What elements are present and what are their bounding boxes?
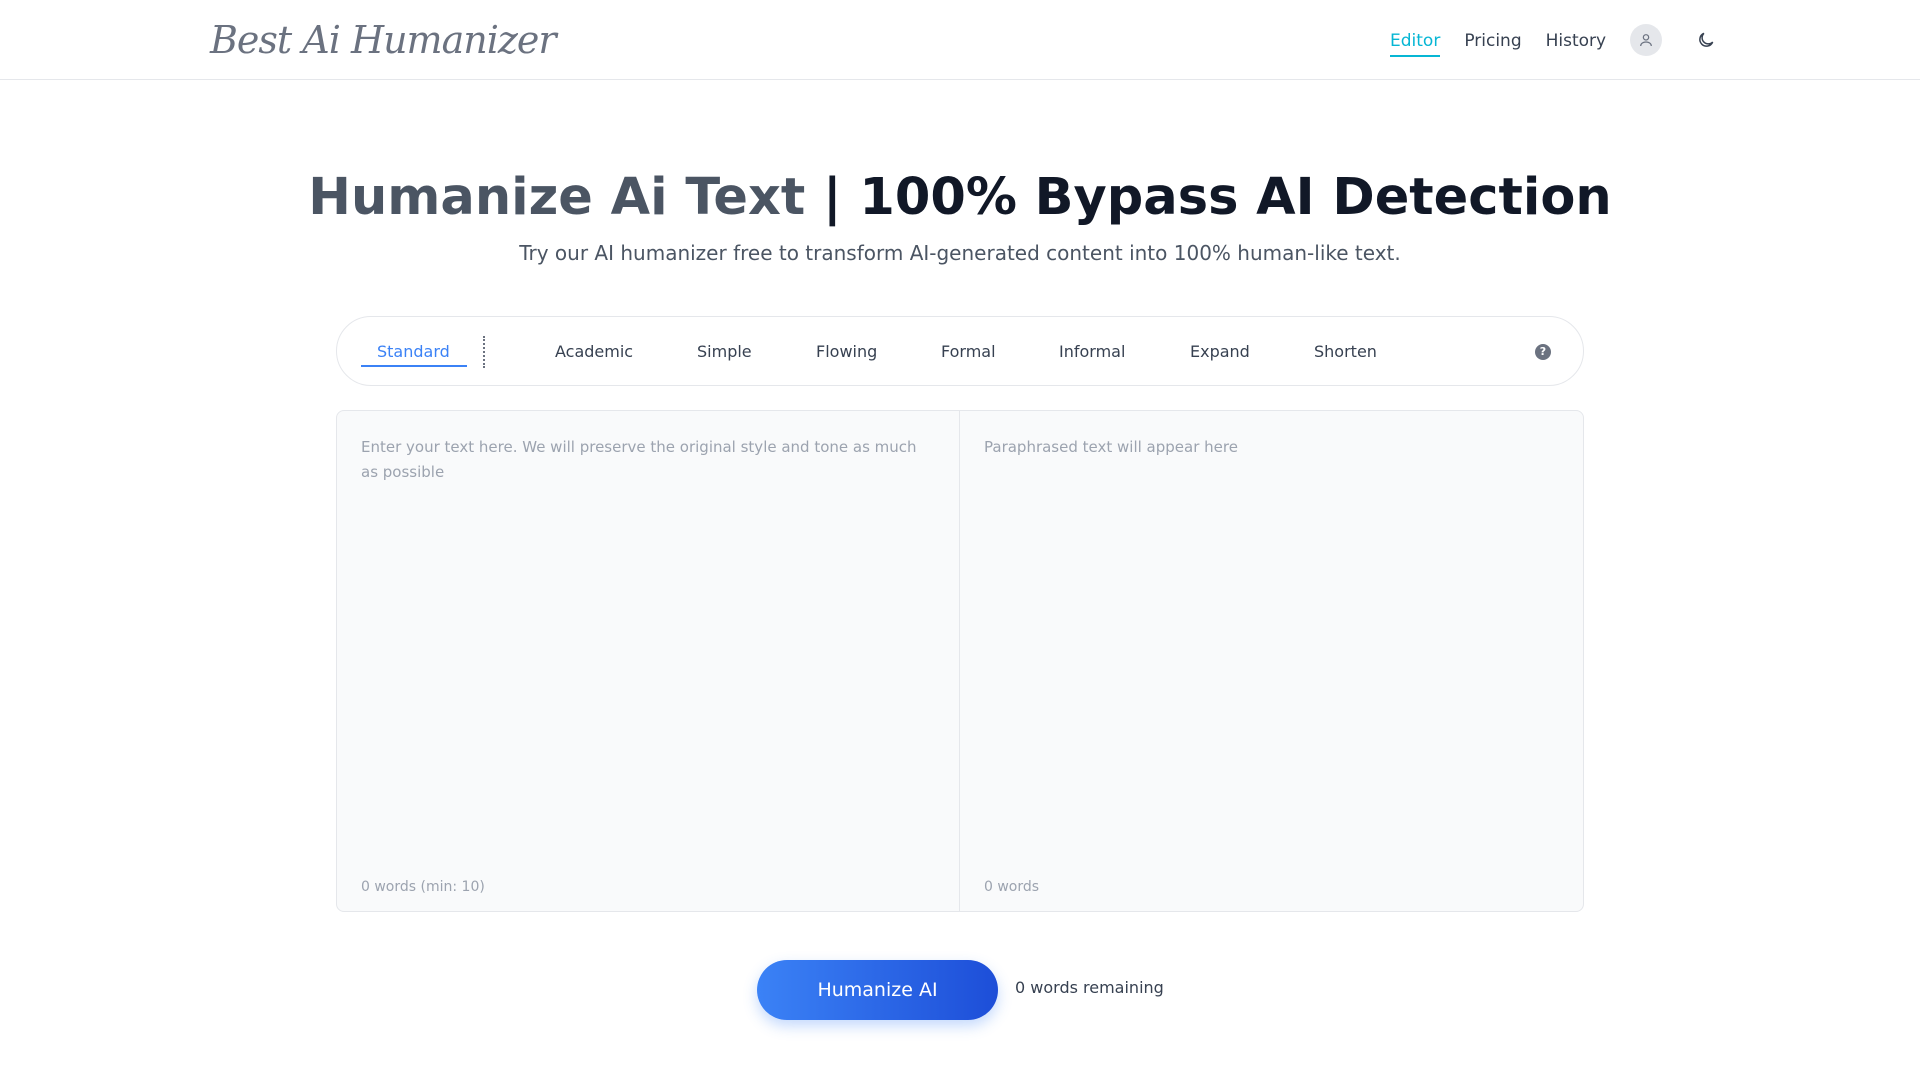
humanize-button[interactable]: Humanize AI xyxy=(757,960,998,1020)
nav-pricing[interactable]: Pricing xyxy=(1464,23,1521,57)
account-button[interactable] xyxy=(1630,24,1663,56)
mode-academic[interactable]: Academic xyxy=(555,317,633,387)
question-circle-icon[interactable]: ? xyxy=(1535,344,1551,360)
page-subtitle: Try our AI humanizer free to transform A… xyxy=(519,241,1401,265)
input-word-count: 0 words (min: 10) xyxy=(361,879,485,895)
page-title-rest: | 100% Bypass AI Detection xyxy=(805,168,1612,227)
user-icon xyxy=(1640,34,1653,47)
main-nav: Editor Pricing History xyxy=(1390,0,1718,80)
input-panel: 0 words (min: 10) xyxy=(337,411,960,911)
active-mode-underline xyxy=(361,365,467,367)
mode-standard[interactable]: Standard xyxy=(377,317,450,387)
output-word-count: 0 words xyxy=(984,879,1040,895)
mode-informal[interactable]: Informal xyxy=(1059,317,1125,387)
mode-simple[interactable]: Simple xyxy=(697,317,752,387)
words-remaining: 0 words remaining xyxy=(1015,978,1164,997)
page-title: Humanize Ai Text | 100% Bypass AI Detect… xyxy=(0,168,1920,227)
output-placeholder: Paraphrased text will appear here xyxy=(984,438,1238,456)
mode-selector: Standard Academic Simple Flowing Formal … xyxy=(336,316,1584,386)
brand-logo[interactable]: Best Ai Humanizer xyxy=(210,12,557,68)
top-header: Best Ai Humanizer Editor Pricing History xyxy=(0,0,1920,80)
moon-icon xyxy=(1699,32,1714,47)
mode-divider xyxy=(483,336,485,368)
theme-toggle-button[interactable] xyxy=(1694,28,1718,52)
mode-shorten[interactable]: Shorten xyxy=(1314,317,1377,387)
mode-flowing[interactable]: Flowing xyxy=(816,317,877,387)
page-title-highlight: Humanize Ai Text xyxy=(308,168,806,227)
editor-panels: 0 words (min: 10) Paraphrased text will … xyxy=(336,410,1584,912)
mode-expand[interactable]: Expand xyxy=(1190,317,1250,387)
output-panel: Paraphrased text will appear here 0 word… xyxy=(960,411,1583,911)
mode-formal[interactable]: Formal xyxy=(941,317,996,387)
nav-editor[interactable]: Editor xyxy=(1390,23,1441,57)
input-textarea[interactable] xyxy=(337,411,959,851)
nav-history[interactable]: History xyxy=(1546,23,1606,57)
